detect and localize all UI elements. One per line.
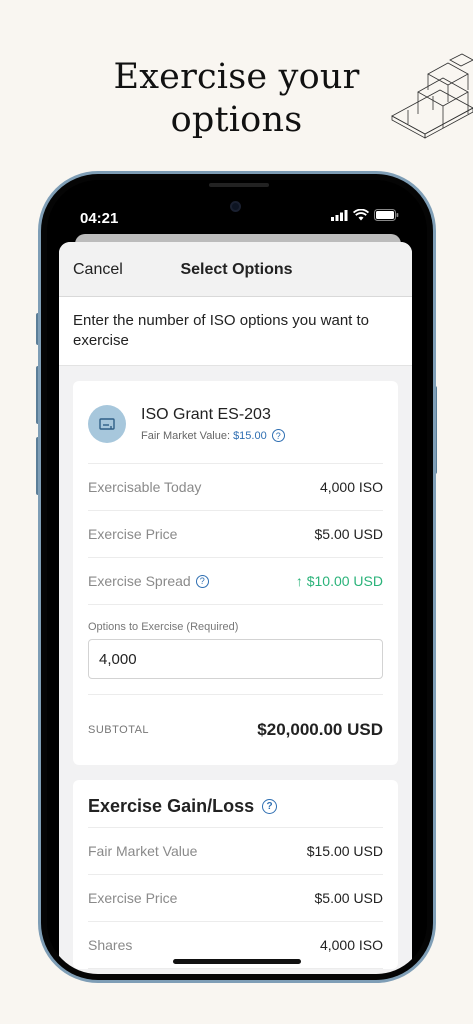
arrow-up-icon: ↑	[295, 573, 303, 589]
grant-card: ISO Grant ES-203 Fair Market Value: $15.…	[73, 381, 398, 765]
detail-row-exercise-spread: Exercise Spread ? ↑ $10.00 USD	[88, 558, 383, 605]
gain-value: $15.00 USD	[306, 843, 383, 859]
phone-screen: 04:21 Cancel Select Options Enter the nu…	[47, 180, 427, 974]
gain-label: Shares	[88, 937, 133, 953]
instruction-text: Enter the number of ISO options you want…	[59, 297, 412, 366]
subtotal-row: SUBTOTAL $20,000.00 USD	[88, 695, 383, 765]
detail-value: $5.00 USD	[314, 526, 383, 542]
status-icons	[331, 209, 399, 221]
certificate-icon	[88, 405, 126, 443]
fmv-help-icon[interactable]: ?	[271, 429, 285, 442]
detail-label: Exercise Spread	[88, 573, 191, 589]
gain-value: $5.00 USD	[314, 890, 383, 906]
cellular-signal-icon	[331, 209, 348, 221]
gain-loss-title-text: Exercise Gain/Loss	[88, 796, 255, 816]
wifi-icon	[353, 209, 369, 221]
gain-label: Fair Market Value	[88, 843, 198, 859]
detail-label: Exercise Price	[88, 526, 178, 542]
fmv-label: Fair Market Value:	[141, 429, 231, 442]
detail-value: 4,000 ISO	[319, 479, 383, 495]
grant-info: ISO Grant ES-203 Fair Market Value: $15.…	[141, 406, 285, 442]
detail-label: Exercisable Today	[88, 479, 202, 495]
subtotal-label: SUBTOTAL	[88, 724, 150, 736]
grant-fmv: Fair Market Value: $15.00 ?	[141, 429, 285, 442]
grant-title: ISO Grant ES-203	[141, 406, 271, 423]
gain-value: 4,000 ISO	[319, 937, 383, 953]
speaker-grille	[209, 183, 269, 187]
detail-value-wrap: ↑ $10.00 USD	[296, 573, 383, 589]
isometric-boxes-illustration	[391, 53, 473, 139]
nav-title: Select Options	[59, 261, 412, 279]
gain-loss-card: Exercise Gain/Loss ? Fair Market Value $…	[73, 780, 398, 969]
home-indicator[interactable]	[173, 959, 301, 964]
options-field-label: Options to Exercise (Required)	[88, 621, 239, 633]
nav-bar: Cancel Select Options	[59, 242, 412, 297]
detail-value: $10.00 USD	[306, 573, 383, 589]
phone-frame: 04:21 Cancel Select Options Enter the nu…	[38, 171, 436, 983]
gain-loss-title: Exercise Gain/Loss ?	[88, 796, 383, 828]
detail-row-exercise-price: Exercise Price $5.00 USD	[88, 511, 383, 558]
status-time: 04:21	[80, 210, 119, 227]
nav-title-text: Select Options	[180, 261, 293, 278]
battery-icon	[374, 209, 399, 221]
detail-label-wrap: Exercise Spread ?	[88, 573, 209, 589]
options-to-exercise-field: Options to Exercise (Required)	[88, 605, 383, 695]
grant-header: ISO Grant ES-203 Fair Market Value: $15.…	[88, 381, 383, 464]
options-to-exercise-input[interactable]	[88, 639, 383, 679]
front-camera	[230, 201, 241, 212]
gain-label: Exercise Price	[88, 890, 178, 906]
subtotal-value: $20,000.00 USD	[257, 720, 383, 739]
select-options-sheet: Cancel Select Options Enter the number o…	[59, 242, 412, 974]
phone-bezel: 04:21 Cancel Select Options Enter the nu…	[41, 174, 433, 980]
spread-help-icon[interactable]: ?	[195, 574, 209, 588]
gain-row-exercise-price: Exercise Price $5.00 USD	[88, 875, 383, 922]
gain-row-fmv: Fair Market Value $15.00 USD	[88, 828, 383, 875]
gain-loss-help-icon[interactable]: ?	[262, 799, 278, 814]
fmv-value: $15.00	[233, 429, 267, 442]
detail-row-exercisable: Exercisable Today 4,000 ISO	[88, 464, 383, 511]
